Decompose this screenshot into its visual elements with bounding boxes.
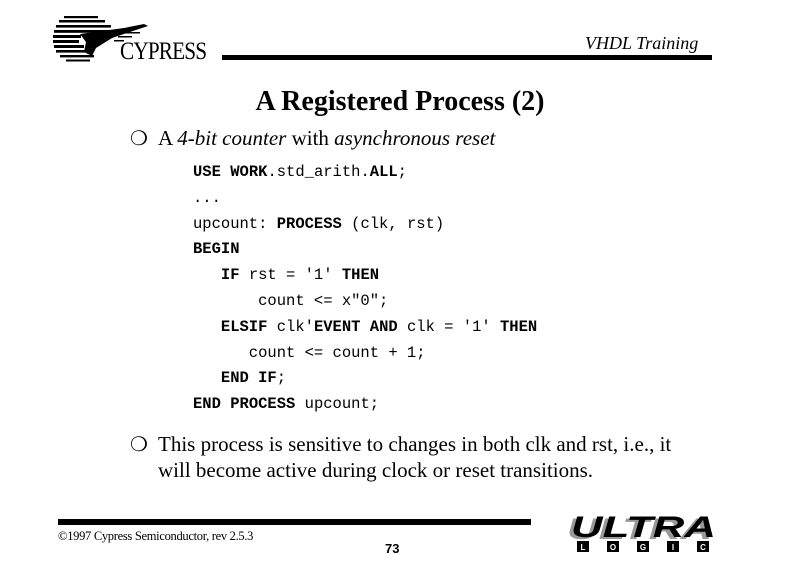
- code-keyword: IF: [220, 266, 240, 285]
- ultra-logic-logo-icon: ULTRA ULTRA LOGIC: [567, 515, 716, 552]
- code-text: count <= count + 1;: [193, 343, 426, 362]
- code-text: (clk, rst): [341, 214, 445, 233]
- header-divider: [222, 55, 712, 60]
- bullet-1-segment: 4-bit counter: [177, 126, 287, 150]
- bullet-1-segment: A: [158, 126, 178, 150]
- code-line: BEGIN: [193, 237, 537, 263]
- code-text: rst = '1': [239, 266, 342, 285]
- hollow-circle-bullet-icon: ❍: [130, 126, 148, 150]
- hollow-circle-bullet-icon: ❍: [130, 432, 148, 456]
- copyright-text: ©1997 Cypress Semiconductor, rev 2.5.3: [58, 529, 254, 543]
- vhdl-code-block: USE WORK.std_arith.ALL;... upcount: PROCE…: [193, 160, 537, 418]
- logic-letter: G: [640, 543, 646, 552]
- code-keyword: THEN: [341, 266, 380, 285]
- code-keyword: PROCESS: [276, 214, 342, 233]
- code-line: USE WORK.std_arith.ALL;: [193, 160, 537, 186]
- code-text: upcount;: [295, 395, 380, 414]
- code-keyword: USE: [193, 163, 221, 181]
- bullet-1-segment: with: [286, 126, 335, 150]
- code-keyword: ELSIF: [220, 317, 268, 336]
- page-number: 73: [385, 541, 400, 556]
- bullet-1-segment: asynchronous reset: [334, 126, 496, 150]
- code-line: END IF;: [193, 366, 537, 392]
- code-text: count <= x"0";: [193, 291, 389, 310]
- code-keyword: THEN: [500, 317, 538, 336]
- code-text: upcount:: [193, 214, 277, 233]
- code-keyword: PROCESS: [230, 395, 296, 414]
- code-text: clk = '1': [397, 317, 500, 336]
- code-text: .std_arith.: [267, 163, 370, 181]
- logic-letter: O: [610, 543, 616, 552]
- code-keyword: END: [220, 369, 249, 388]
- code-keyword: IF: [258, 369, 277, 388]
- logic-letter: I: [672, 543, 674, 552]
- code-text: clk': [267, 317, 314, 336]
- bullet-2-text: This process is sensitive to changes in …: [158, 432, 672, 482]
- code-keyword: EVENT: [313, 317, 361, 336]
- code-line: count <= x"0";: [193, 289, 537, 315]
- code-line: ELSIF clk'EVENT AND clk = '1' THEN: [193, 315, 537, 341]
- logic-letter: C: [700, 543, 706, 552]
- slide-title: A Registered Process (2): [0, 86, 792, 118]
- slide-title-text: A Registered Process (2): [255, 86, 545, 117]
- code-line: END PROCESS upcount;: [193, 392, 537, 418]
- footer-divider: [58, 519, 531, 525]
- code-line: IF rst = '1' THEN: [193, 263, 537, 289]
- code-keyword: ALL: [369, 163, 398, 181]
- code-line: ...: [193, 186, 537, 212]
- course-title: VHDL Training: [585, 33, 699, 53]
- code-keyword: WORK: [230, 163, 268, 181]
- code-text: ;: [276, 369, 287, 388]
- code-line: count <= count + 1;: [193, 341, 537, 367]
- svg-text:ULTRA: ULTRA: [571, 515, 716, 544]
- code-keyword: BEGIN: [193, 240, 240, 259]
- cypress-logo-text: CYPRESS: [120, 38, 207, 65]
- code-text: ...: [193, 188, 221, 207]
- code-keyword: AND: [369, 317, 398, 336]
- code-keyword: END: [193, 395, 221, 414]
- code-text: ;: [397, 163, 407, 181]
- code-line: upcount: PROCESS (clk, rst): [193, 212, 537, 238]
- bullet-1-text: A 4-bit counter with asynchronous reset: [158, 126, 495, 151]
- logic-letter: L: [581, 543, 586, 552]
